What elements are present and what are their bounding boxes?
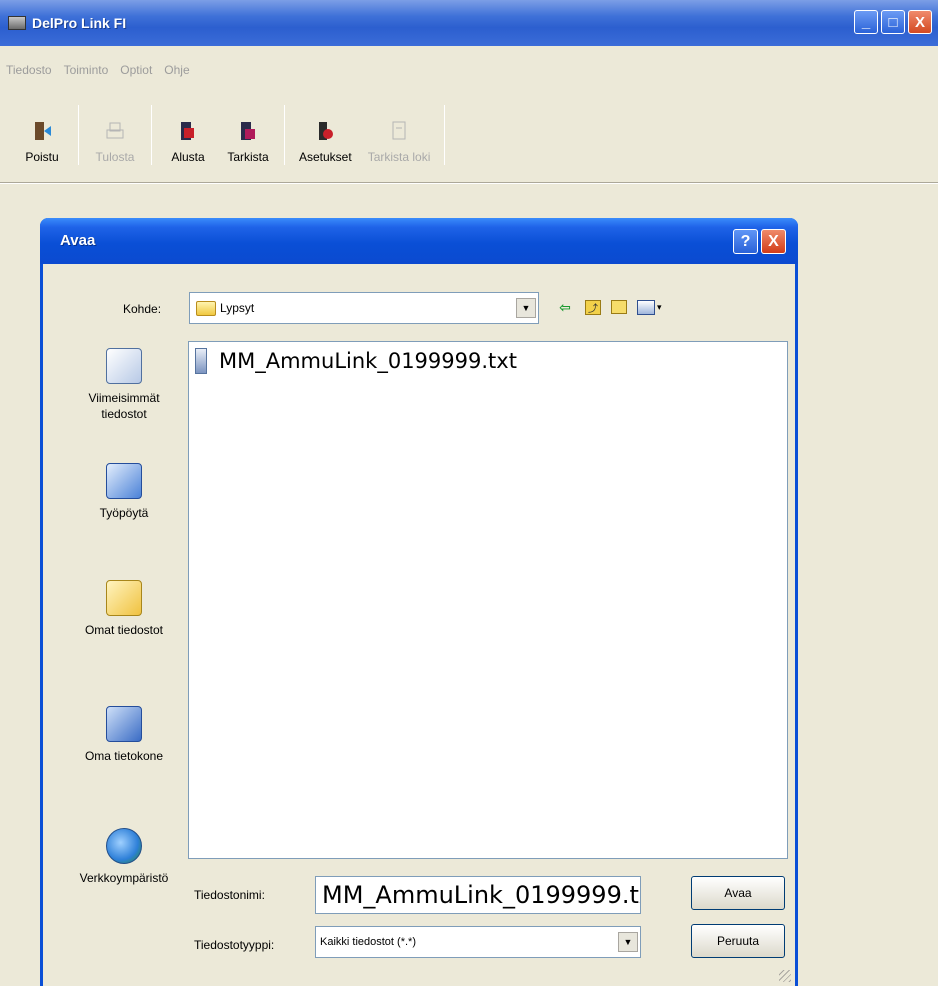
- open-button[interactable]: Avaa: [691, 876, 785, 910]
- filetype-label: Tiedostotyyppi:: [194, 938, 275, 952]
- place-desktop[interactable]: Työpöytä: [61, 463, 187, 521]
- window-controls: _ □ X: [854, 10, 932, 34]
- dialog-help-button[interactable]: ?: [733, 229, 758, 254]
- recent-files-icon: [106, 348, 142, 384]
- exit-button[interactable]: Poistu: [12, 98, 72, 172]
- settings-icon: [319, 122, 334, 140]
- filetype-value: Kaikki tiedostot (*.*): [320, 936, 416, 948]
- dialog-titlebar[interactable]: Avaa ? X: [40, 218, 798, 264]
- menu-toiminto[interactable]: Toiminto: [64, 63, 109, 77]
- back-arrow-icon[interactable]: ⇦: [555, 298, 575, 316]
- toolbar-divider: [0, 182, 938, 184]
- new-folder-icon[interactable]: [611, 300, 627, 314]
- app-title: DelPro Link FI: [32, 15, 127, 31]
- check-icon: [241, 122, 255, 140]
- file-list[interactable]: MM_AmmuLink_0199999.txt: [188, 341, 788, 859]
- filetype-select[interactable]: Kaikki tiedostot (*.*) ▼: [315, 926, 641, 958]
- list-item[interactable]: MM_AmmuLink_0199999.txt: [195, 348, 517, 374]
- app-titlebar[interactable]: DelPro Link FI _ □ X: [0, 0, 938, 46]
- dialog-title: Avaa: [60, 232, 96, 249]
- print-icon: [106, 122, 124, 139]
- toolbar-separator: [284, 105, 285, 165]
- check-log-button[interactable]: Tarkista loki: [360, 98, 439, 172]
- view-menu-icon[interactable]: [637, 299, 655, 315]
- filename-label: Tiedostonimi:: [194, 888, 265, 902]
- toolbar: Poistu Tulosta Alusta Tarkista Asetukset…: [12, 98, 451, 172]
- text-file-icon: [195, 348, 207, 374]
- toolbar-separator: [78, 105, 79, 165]
- print-button[interactable]: Tulosta: [85, 98, 145, 172]
- chevron-down-icon[interactable]: ▼: [618, 932, 638, 952]
- location-label: Kohde:: [123, 302, 162, 316]
- settings-button[interactable]: Asetukset: [291, 98, 360, 172]
- initialize-button[interactable]: Alusta: [158, 98, 218, 172]
- place-recent-label: Viimeisimmät tiedostot: [88, 391, 160, 421]
- settings-label: Asetukset: [299, 150, 352, 164]
- place-recent[interactable]: Viimeisimmät tiedostot: [61, 348, 187, 422]
- place-my-documents-label: Omat tiedostot: [84, 623, 164, 637]
- network-icon: [106, 828, 142, 864]
- dialog-close-button[interactable]: X: [761, 229, 786, 254]
- place-my-computer[interactable]: Oma tietokone: [61, 706, 187, 764]
- initialize-icon: [181, 122, 194, 140]
- menu-tiedosto[interactable]: Tiedosto: [6, 63, 52, 77]
- view-caret-icon[interactable]: ▾: [657, 302, 662, 313]
- app-icon: [8, 16, 26, 30]
- initialize-label: Alusta: [171, 150, 205, 164]
- check-log-label: Tarkista loki: [367, 150, 431, 164]
- file-name: MM_AmmuLink_0199999.txt: [219, 349, 517, 373]
- toolbar-separator: [444, 105, 446, 165]
- filename-input[interactable]: MM_AmmuLink_0199999.txt: [315, 876, 641, 914]
- minimize-button[interactable]: _: [854, 10, 878, 34]
- my-documents-icon: [106, 580, 142, 616]
- navigation-tools: ⇦ ⤴ ▾: [555, 298, 662, 316]
- place-network[interactable]: Verkkoympäristö: [61, 828, 187, 886]
- check-button[interactable]: Tarkista: [218, 98, 278, 172]
- check-label: Tarkista: [227, 150, 269, 164]
- resize-grip[interactable]: [779, 970, 791, 982]
- location-combo[interactable]: Lypsyt ▼: [189, 292, 539, 324]
- menu-optiot[interactable]: Optiot: [120, 63, 152, 77]
- toolbar-separator: [151, 105, 152, 165]
- location-value: Lypsyt: [220, 301, 255, 315]
- place-my-documents[interactable]: Omat tiedostot: [61, 580, 187, 638]
- folder-icon: [196, 300, 216, 316]
- up-folder-icon[interactable]: ⤴: [585, 299, 601, 315]
- open-dialog: Avaa ? X Kohde: Lypsyt ▼ ⇦ ⤴ ▾ Viimeisim…: [40, 218, 798, 986]
- close-button[interactable]: X: [908, 10, 932, 34]
- menu-ohje[interactable]: Ohje: [164, 63, 189, 77]
- exit-icon: [35, 122, 51, 140]
- chevron-down-icon[interactable]: ▼: [516, 298, 536, 318]
- menu-bar: Tiedosto Toiminto Optiot Ohje: [0, 57, 938, 83]
- desktop-icon: [106, 463, 142, 499]
- log-icon: [392, 121, 406, 140]
- place-network-label: Verkkoympäristö: [79, 871, 169, 885]
- cancel-button[interactable]: Peruuta: [691, 924, 785, 958]
- place-desktop-label: Työpöytä: [99, 506, 149, 520]
- my-computer-icon: [106, 706, 142, 742]
- print-label: Tulosta: [95, 150, 135, 164]
- maximize-button[interactable]: □: [881, 10, 905, 34]
- exit-label: Poistu: [25, 150, 59, 164]
- place-my-computer-label: Oma tietokone: [84, 749, 164, 763]
